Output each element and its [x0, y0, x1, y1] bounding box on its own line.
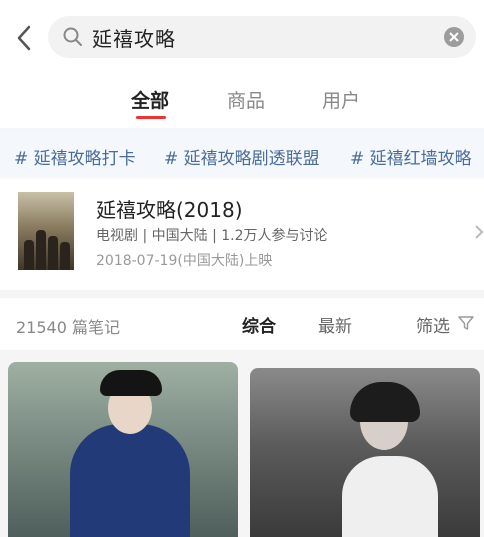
note-card[interactable] — [8, 362, 238, 537]
search-input[interactable]: 延禧攻略 — [48, 16, 476, 58]
tab-users[interactable]: 用户 — [322, 86, 360, 113]
drama-meta: 电视剧 | 中国大陆 | 1.2万人参与讨论 — [96, 228, 328, 244]
notes-count: 21540 篇笔记 — [16, 318, 120, 337]
clear-search-button[interactable] — [444, 27, 464, 47]
clear-icon — [449, 32, 459, 42]
tab-bar: 全部 商品 用户 — [0, 78, 484, 128]
tab-all[interactable]: 全部 — [131, 86, 169, 113]
hashtag-item[interactable]: # 延禧红墙攻略 — [350, 144, 472, 169]
hashtag-row: # 延禧攻略打卡 # 延禧攻略剧透联盟 # 延禧红墙攻略 — [0, 132, 484, 178]
filter-icon[interactable] — [458, 315, 474, 331]
hashtag-item[interactable]: # 延禧攻略剧透联盟 — [164, 144, 320, 169]
notes-grid — [0, 350, 484, 537]
active-tab-indicator — [136, 116, 166, 119]
tab-goods[interactable]: 商品 — [227, 86, 265, 113]
divider — [0, 290, 484, 298]
search-icon — [63, 27, 82, 46]
filter-button[interactable]: 筛选 — [416, 312, 450, 337]
drama-release-date: 2018-07-19(中国大陆)上映 — [96, 253, 273, 269]
back-button[interactable] — [10, 22, 38, 54]
hashtag-item[interactable]: # 延禧攻略打卡 — [14, 144, 136, 169]
sort-comprehensive[interactable]: 综合 — [242, 312, 276, 337]
sort-latest[interactable]: 最新 — [318, 312, 352, 337]
notes-sort-bar: 21540 篇笔记 综合 最新 筛选 — [0, 298, 484, 350]
search-query: 延禧攻略 — [92, 26, 176, 51]
drama-title: 延禧攻略(2018) — [96, 198, 243, 222]
drama-result-card[interactable]: 延禧攻略(2018) 电视剧 | 中国大陆 | 1.2万人参与讨论 2018-0… — [0, 178, 484, 290]
drama-poster — [18, 192, 74, 270]
back-arrow-icon — [17, 25, 31, 51]
note-card[interactable] — [250, 368, 480, 537]
chevron-right-icon — [475, 225, 484, 239]
top-bar: 延禧攻略 — [0, 0, 484, 78]
